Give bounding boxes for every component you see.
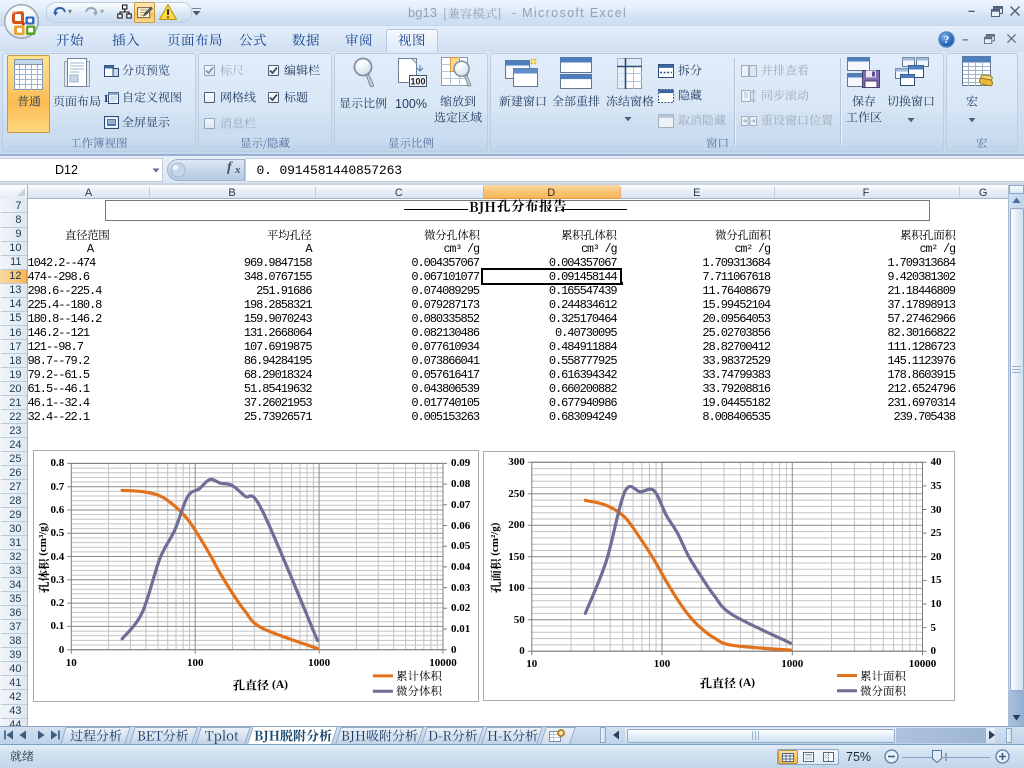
svg-text:?: ?	[944, 34, 950, 46]
svg-text:100: 100	[410, 77, 425, 87]
svg-text:I: I	[104, 93, 108, 105]
